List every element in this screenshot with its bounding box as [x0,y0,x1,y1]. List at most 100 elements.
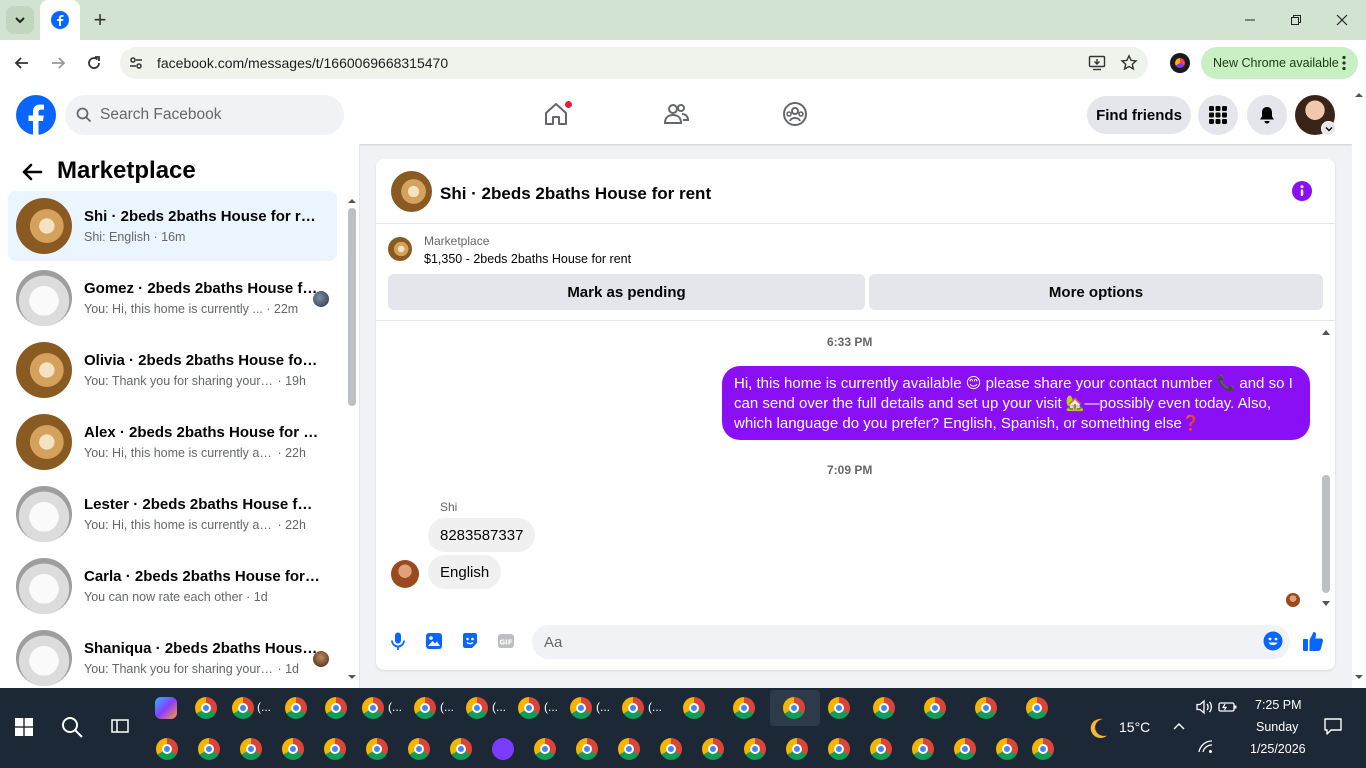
facebook-logo-icon[interactable] [16,95,56,135]
taskbar-chrome-icon[interactable] [1026,697,1048,719]
taskbar-chrome-icon[interactable] [996,738,1018,760]
taskbar-chrome-icon[interactable] [912,738,934,760]
chat-scroll-up-icon[interactable] [1320,324,1332,342]
listing-thumbnail[interactable] [388,237,412,261]
taskbar-chrome-icon[interactable] [240,738,262,760]
groups-nav-icon[interactable] [781,100,809,128]
taskbar-chrome-icon[interactable] [325,697,347,719]
tray-chevron-up-icon[interactable] [1172,720,1186,739]
taskbar-chrome-icon[interactable] [873,697,895,719]
emoji-icon[interactable] [1263,631,1283,656]
conversation-list-scroll-thumb[interactable] [348,208,356,406]
taskbar-chrome-icon[interactable] [408,738,430,760]
taskbar-app-icon[interactable] [492,738,514,760]
taskbar-chrome-icon-active[interactable] [783,697,805,719]
taskbar-chrome-icon[interactable] [683,697,705,719]
taskbar-chrome-icon[interactable] [828,738,850,760]
conversation-item-olivia[interactable]: Olivia · 2beds 2baths House for rent You… [8,335,337,405]
taskbar-chrome-icon[interactable] [622,697,644,719]
sender-avatar[interactable] [391,560,419,588]
taskbar-chrome-icon[interactable] [702,738,724,760]
taskbar-chrome-icon[interactable] [195,697,217,719]
incoming-message-bubble[interactable]: 8283587337 [428,518,536,552]
like-thumbs-up-icon[interactable] [1301,629,1325,658]
windows-start-icon[interactable] [15,718,33,741]
new-chrome-available-button[interactable]: New Chrome available [1201,47,1358,79]
battery-icon[interactable] [1218,699,1238,720]
close-window-button[interactable] [1322,6,1362,34]
taskbar-chrome-icon[interactable] [786,738,808,760]
restore-button[interactable] [1276,6,1316,34]
taskbar-chrome-icon[interactable] [570,697,592,719]
taskbar-search-icon[interactable] [60,715,84,744]
taskbar-chrome-icon[interactable] [362,697,384,719]
menu-button[interactable] [1198,95,1238,135]
friends-nav-icon[interactable] [662,100,690,128]
taskbar-chrome-icon[interactable] [576,738,598,760]
volume-icon[interactable] [1195,699,1213,720]
page-scrollbar[interactable] [1352,86,1366,688]
conversation-item-lester[interactable]: Lester · 2beds 2baths House for rent You… [8,479,337,549]
back-button[interactable] [8,49,36,77]
conversation-item-carla[interactable]: Carla · 2beds 2baths House for rent You … [8,551,337,621]
taskbar-chrome-icon[interactable] [618,738,640,760]
incoming-message-bubble[interactable]: English [428,555,502,589]
chat-avatar[interactable] [391,171,432,212]
reload-button[interactable] [80,49,108,77]
taskbar-chrome-icon[interactable] [198,738,220,760]
notification-center-icon[interactable] [1323,716,1343,741]
clock-time[interactable]: 7:25 PM [1255,698,1302,712]
message-input-placeholder[interactable]: Aa [544,634,562,651]
mark-as-pending-button[interactable]: Mark as pending [388,274,865,310]
chat-scroll-thumb[interactable] [1322,475,1330,593]
taskbar-chrome-icon[interactable] [285,697,307,719]
wifi-icon[interactable] [1198,740,1214,759]
gif-icon[interactable]: GIF [496,631,516,651]
taskbar-chrome-icon[interactable] [534,738,556,760]
chrome-menu-icon[interactable] [1342,55,1346,76]
taskbar-chrome-icon[interactable] [156,738,178,760]
taskbar-chrome-icon[interactable] [324,738,346,760]
taskbar-chrome-icon[interactable] [924,697,946,719]
chat-title[interactable]: Shi · 2beds 2baths House for rent [440,184,711,204]
outgoing-message-bubble[interactable]: Hi, this home is currently available 😊 p… [722,366,1310,440]
conversation-item-alex[interactable]: Alex · 2beds 2baths House for rent You: … [8,407,337,477]
sticker-icon[interactable] [460,631,480,651]
taskbar-chrome-icon[interactable] [466,697,488,719]
notifications-button[interactable] [1247,95,1287,135]
task-view-icon[interactable] [110,716,130,741]
taskbar-chrome-icon[interactable] [366,738,388,760]
search-input[interactable]: Search Facebook [100,106,222,124]
taskbar-chrome-icon[interactable] [232,697,254,719]
taskbar-chrome-icon[interactable] [828,697,850,719]
install-app-icon[interactable] [1088,54,1106,77]
taskbar-chrome-icon[interactable] [744,738,766,760]
listing-title[interactable]: $1,350 - 2beds 2baths House for rent [424,252,631,266]
weather-moon-icon[interactable] [1087,716,1111,745]
conversation-item-gomez[interactable]: Gomez · 2beds 2baths House for rent You:… [8,263,337,333]
extension-icon[interactable] [1170,53,1190,73]
home-nav-icon[interactable] [542,100,573,128]
weather-temperature[interactable]: 15°C [1119,719,1150,735]
back-arrow-icon[interactable] [20,160,44,184]
account-dropdown[interactable] [1321,121,1336,136]
chat-scroll-down-icon[interactable] [1320,596,1332,614]
clock-date[interactable]: 1/25/2026 [1250,742,1306,756]
taskbar-chrome-icon[interactable] [414,697,436,719]
clock-day[interactable]: Sunday [1256,720,1298,734]
minimize-button[interactable] [1230,6,1270,34]
taskbar-chrome-icon[interactable] [450,738,472,760]
taskbar-chrome-icon[interactable] [975,697,997,719]
info-icon[interactable] [1292,181,1312,201]
find-friends-button[interactable]: Find friends [1087,96,1191,134]
taskbar-chrome-icon[interactable] [660,738,682,760]
new-tab-button[interactable]: + [88,7,112,32]
browser-tab-facebook[interactable] [40,0,80,40]
site-info-icon[interactable] [128,55,144,76]
taskbar-chrome-icon[interactable] [1032,738,1054,760]
taskbar-chrome-icon[interactable] [733,697,755,719]
taskbar-chrome-icon[interactable] [954,738,976,760]
taskbar-chrome-icon[interactable] [282,738,304,760]
forward-button[interactable] [44,49,72,77]
microphone-icon[interactable] [388,631,408,651]
